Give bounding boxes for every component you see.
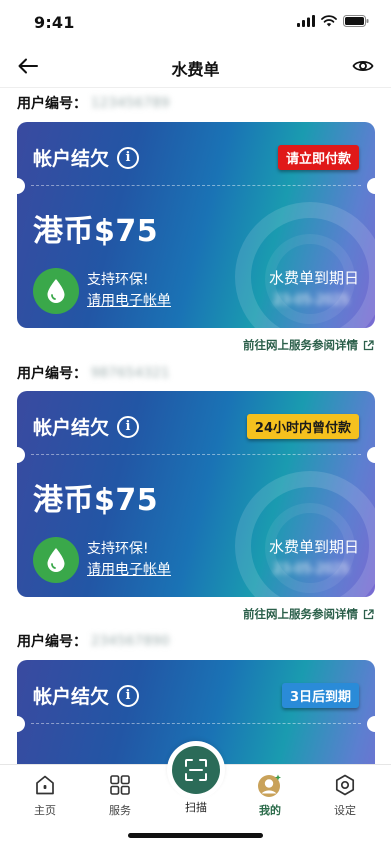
info-icon[interactable]: i: [117, 415, 140, 438]
nav-label: 设定: [334, 804, 356, 817]
account-number-label: 用户编号： 987654321: [17, 365, 170, 383]
eco-text: 支持环保!: [87, 272, 149, 288]
scan-icon: [185, 759, 207, 781]
scan-button[interactable]: [167, 741, 225, 799]
card-notch: [367, 447, 375, 463]
account-number-masked: 123456789: [91, 95, 170, 111]
bill-list[interactable]: 用户编号： 123456789 帐户结欠 i 请立即付款 港币$75 支持环保!…: [0, 88, 391, 764]
card-notch: [17, 716, 25, 732]
bill-card[interactable]: 帐户结欠 i 请立即付款 港币$75 支持环保! 请用电子帐单 水费单到期日 2…: [17, 122, 375, 328]
info-icon[interactable]: i: [117, 146, 140, 169]
status-time: 9:41: [34, 13, 75, 32]
online-service-link[interactable]: 前往网上服务参阅详情: [243, 606, 374, 622]
nav-settings[interactable]: 设定: [310, 765, 380, 821]
nav-label[interactable]: 扫描: [167, 799, 225, 815]
card-title: 帐户结欠 i: [33, 144, 140, 171]
eco-text: 支持环保!: [87, 541, 149, 557]
status-badge: 请立即付款: [277, 145, 359, 170]
account-number-label: 用户编号： 234567890: [17, 633, 170, 651]
show-hide-button[interactable]: [349, 52, 377, 80]
status-icons: [297, 15, 369, 27]
card-notch: [367, 178, 375, 194]
grid-icon: [110, 775, 130, 795]
e-bill-link[interactable]: 请用电子帐单: [87, 291, 171, 312]
nav-label: 主页: [34, 804, 56, 817]
card-title: 帐户结欠 i: [33, 413, 140, 440]
account-number-masked: 234567890: [91, 633, 170, 649]
card-divider: [31, 454, 361, 455]
due-date-value: 23-05-2025: [273, 293, 349, 308]
signal-icon: [297, 15, 315, 27]
home-icon: [36, 775, 54, 795]
due-date-label: 水费单到期日: [268, 538, 359, 556]
eye-icon: [352, 60, 374, 72]
card-notch: [17, 447, 25, 463]
due-date-label: 水费单到期日: [268, 269, 359, 287]
settings-icon: [335, 774, 355, 796]
battery-icon: [343, 15, 369, 27]
amount-due: 港币$75: [33, 483, 159, 518]
nav-label: 我的: [259, 804, 281, 817]
card-divider: [31, 723, 361, 724]
card-divider: [31, 185, 361, 186]
page-title: 水费单: [171, 60, 220, 79]
bottom-nav: 主页 服务 扫描 我的 设定: [0, 741, 391, 844]
status-badge: 3日后到期: [281, 683, 359, 708]
avatar-icon: [258, 774, 281, 797]
app-header: 水费单: [0, 44, 391, 88]
home-indicator: [128, 833, 263, 838]
account-number-label: 用户编号： 123456789: [17, 95, 170, 113]
water-drop-icon: [33, 537, 79, 583]
nav-label: 服务: [109, 804, 131, 817]
e-bill-link[interactable]: 请用电子帐单: [87, 560, 171, 581]
online-service-link[interactable]: 前往网上服务参阅详情: [243, 337, 374, 353]
e-bill-promo: 支持环保! 请用电子帐单: [33, 268, 171, 314]
external-link-icon: [363, 608, 374, 619]
amount-due: 港币$75: [33, 214, 159, 249]
nav-profile[interactable]: 我的: [235, 765, 305, 821]
status-badge: 24小时内曾付款: [246, 414, 359, 439]
nav-home[interactable]: 主页: [10, 765, 80, 821]
info-icon[interactable]: i: [117, 684, 140, 707]
external-link-icon: [363, 339, 374, 350]
wifi-icon: [321, 15, 337, 27]
account-number-masked: 987654321: [91, 365, 170, 381]
water-drop-icon: [33, 268, 79, 314]
card-title: 帐户结欠 i: [33, 682, 140, 709]
status-bar: 9:41: [0, 0, 391, 44]
due-date-value: 23-05-2025: [273, 562, 349, 577]
card-notch: [367, 716, 375, 732]
bill-card[interactable]: 帐户结欠 i 24小时内曾付款 港币$75 支持环保! 请用电子帐单 水费单到期…: [17, 391, 375, 597]
e-bill-promo: 支持环保! 请用电子帐单: [33, 537, 171, 583]
card-notch: [17, 178, 25, 194]
nav-services[interactable]: 服务: [85, 765, 155, 821]
